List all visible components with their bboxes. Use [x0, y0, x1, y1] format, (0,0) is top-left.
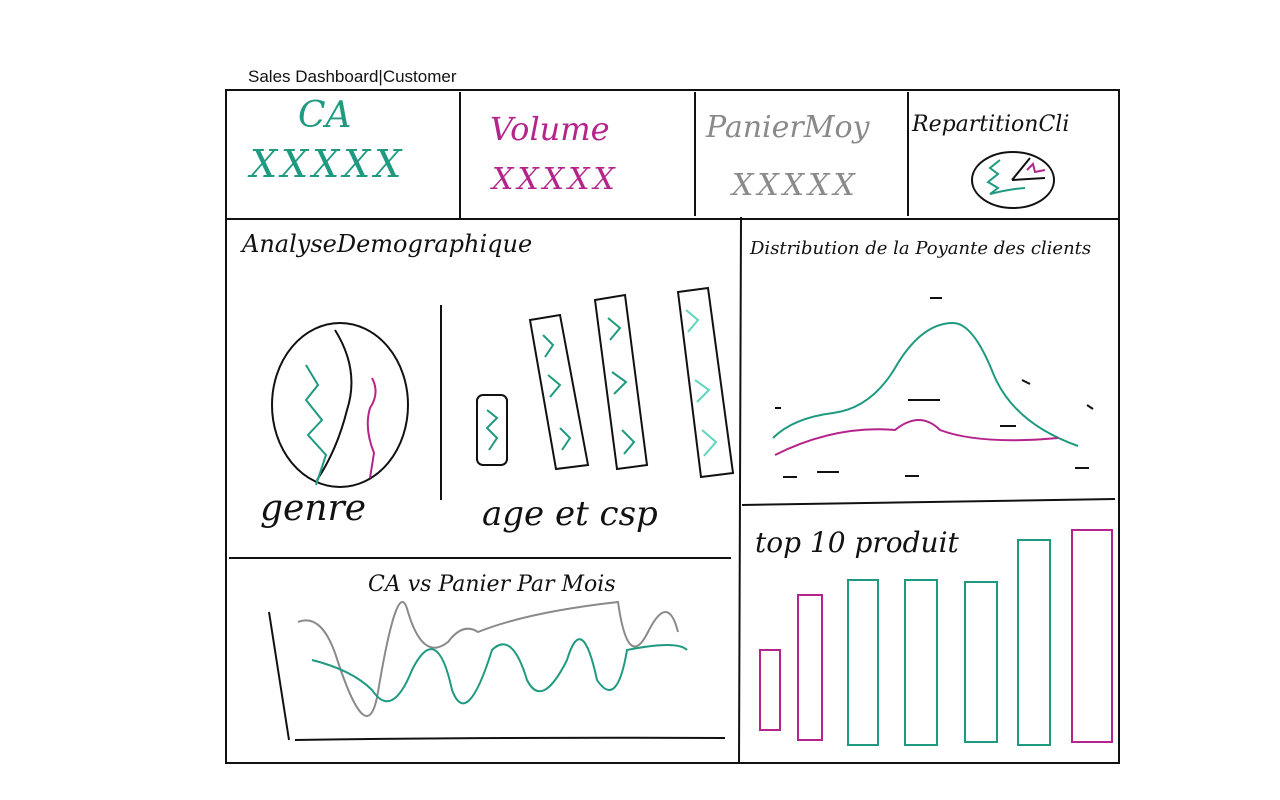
- age-csp-label: age et csp: [482, 494, 658, 534]
- center-divider: [738, 216, 742, 764]
- top-products-chart: [759, 529, 1113, 746]
- bar: [904, 579, 938, 746]
- panel-borders: [225, 89, 1120, 764]
- distribution-chart: [772, 297, 1094, 478]
- age-csp-chart: [476, 286, 735, 479]
- gender-chart: [271, 322, 409, 488]
- distribution-title: Distribution de la Poyante des clients: [750, 238, 1092, 259]
- bar: [759, 649, 781, 731]
- kpi-volume-value: XXXXX: [492, 162, 619, 197]
- bar: [964, 581, 998, 743]
- dashboard-frame: [225, 89, 1120, 764]
- kpi-ca-value: XXXXX: [250, 142, 406, 186]
- demographics-title: AnalyseDemographique: [242, 230, 533, 258]
- kpi-panier-value: XXXXX: [732, 168, 859, 203]
- kpi-panier-label: PanierMoy: [706, 110, 870, 145]
- monthly-chart: [268, 600, 726, 741]
- monthly-title: CA vs Panier Par Mois: [368, 572, 616, 597]
- bar: [847, 579, 879, 746]
- bar: [1071, 529, 1113, 743]
- kpi-ca-label: CA: [298, 95, 352, 136]
- top-products-title: top 10 produit: [755, 526, 959, 559]
- bar: [1017, 539, 1051, 746]
- kpi-volume-label: Volume: [490, 110, 610, 148]
- pie-chart-icon: [971, 151, 1055, 209]
- gender-label: genre: [260, 488, 367, 529]
- wireframe-sketch: [225, 89, 1120, 764]
- bar: [797, 594, 823, 741]
- kpi-repartition-label: RepartitionCli: [912, 112, 1070, 137]
